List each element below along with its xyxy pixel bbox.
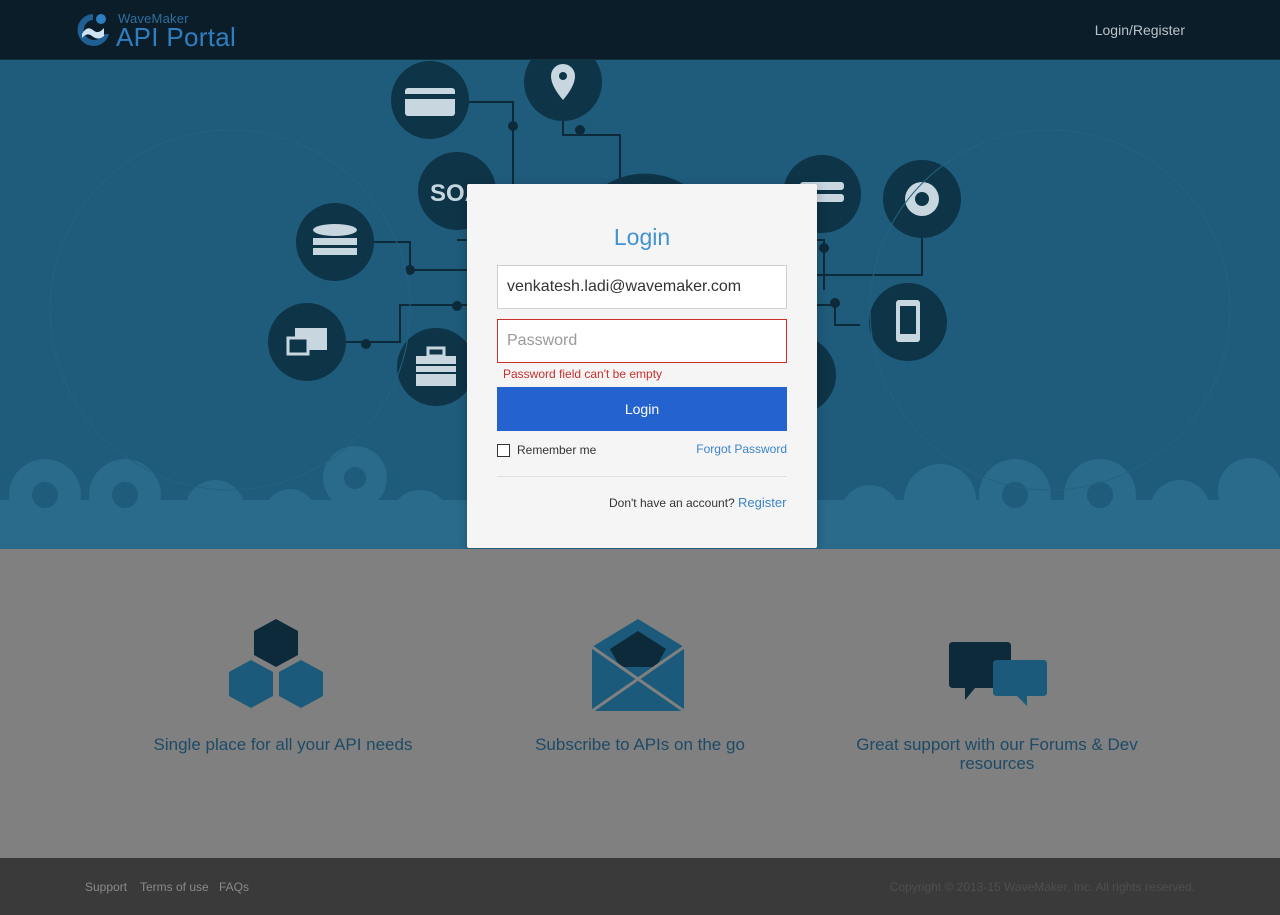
register-link[interactable]: Register: [738, 495, 786, 510]
features-section: Single place for all your API needs Subs…: [0, 549, 1280, 858]
hexagons-icon: [229, 619, 323, 708]
terms-of-use-link[interactable]: Terms of use: [140, 880, 209, 894]
login-title: Login: [613, 224, 671, 250]
wave-logo-icon: [77, 14, 109, 46]
no-account-text: Don't have an account?: [609, 496, 735, 510]
support-link[interactable]: Support: [85, 880, 127, 894]
footer: Support Terms of use FAQs Copyright © 20…: [0, 858, 1280, 915]
remember-me-checkbox[interactable]: [497, 443, 510, 457]
feature-text: Single place for all your API needs: [153, 735, 413, 754]
password-error-message: Password field can't be empty: [503, 367, 663, 381]
logo-title: API Portal: [116, 22, 237, 52]
envelope-icon: [591, 619, 685, 713]
login-dialog: Login Password field can't be empty Logi…: [467, 184, 817, 548]
password-field[interactable]: [497, 319, 787, 363]
email-field[interactable]: [497, 265, 787, 309]
chat-bubbles-icon: [949, 642, 1047, 706]
login-register-link[interactable]: Login/Register: [1095, 22, 1185, 38]
login-button[interactable]: Login: [497, 387, 787, 431]
faqs-link[interactable]: FAQs: [219, 880, 249, 894]
remember-me-label[interactable]: Remember me: [517, 443, 596, 457]
wavemaker-logo[interactable]: WaveMaker API Portal: [74, 8, 244, 52]
remember-me: Remember me: [497, 442, 596, 458]
feature-text: Great support with our Forums & Dev reso…: [856, 735, 1138, 773]
forgot-password-link[interactable]: Forgot Password: [696, 442, 787, 456]
divider: [497, 476, 787, 477]
copyright-text: Copyright © 2013-15 WaveMaker, Inc. All …: [889, 880, 1195, 894]
feature-text: Subscribe to APIs on the go: [535, 735, 745, 754]
top-nav-bar: WaveMaker API Portal Login/Register: [0, 0, 1280, 60]
